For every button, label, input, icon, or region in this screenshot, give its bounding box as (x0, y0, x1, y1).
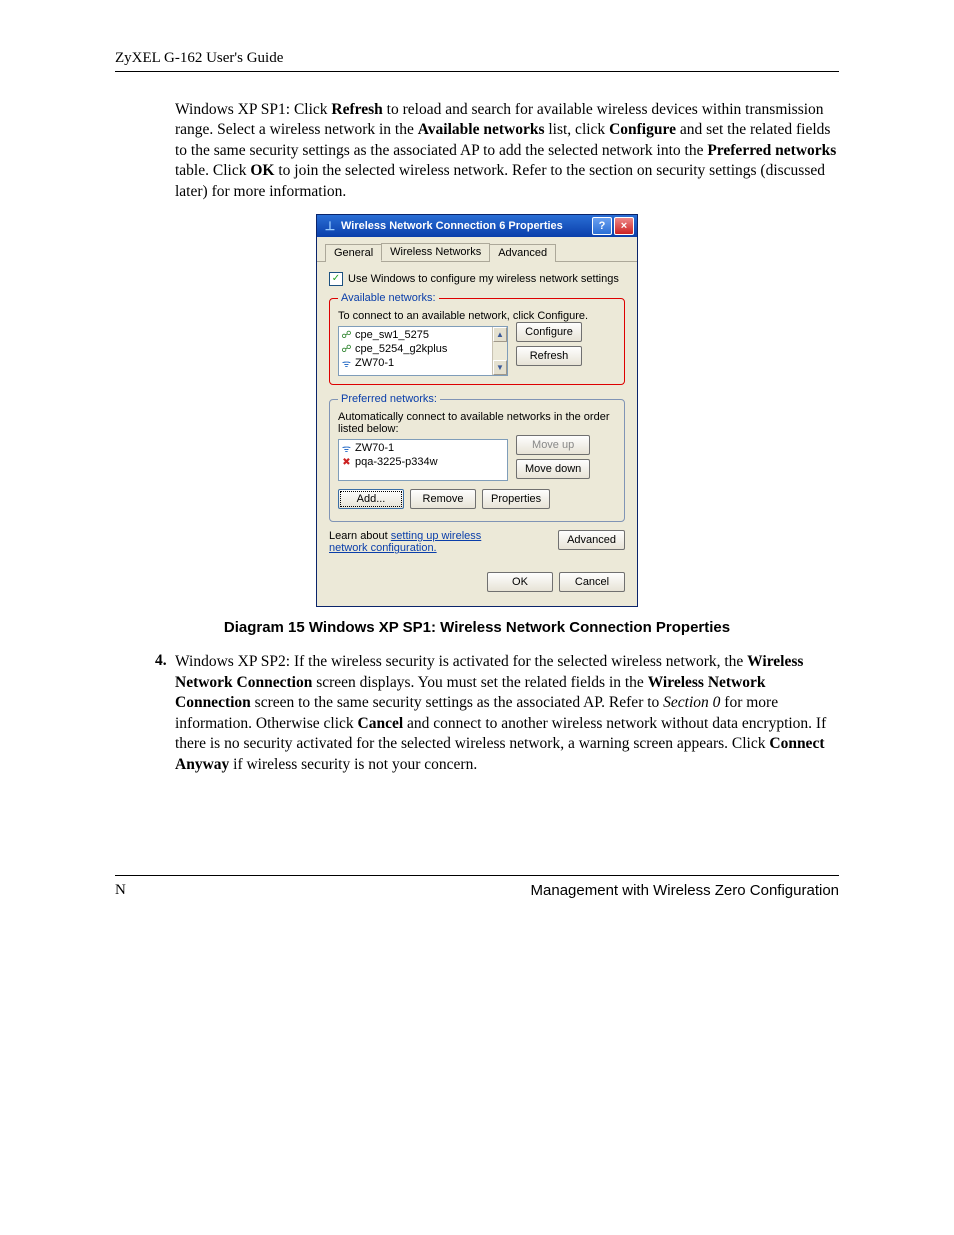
bold: OK (250, 162, 274, 179)
advanced-button[interactable]: Advanced (558, 530, 625, 550)
scrollbar[interactable]: ▲ ▼ (492, 327, 507, 375)
learn-text: Learn about setting up wireless network … (329, 530, 509, 554)
scroll-down-icon[interactable]: ▼ (493, 360, 507, 375)
page-footer: N Management with Wireless Zero Configur… (115, 875, 839, 899)
disabled-wifi-icon: ✖ (341, 457, 352, 468)
text: table. Click (175, 162, 250, 179)
tab-advanced[interactable]: Advanced (489, 244, 556, 262)
figure-caption: Diagram 15 Windows XP SP1: Wireless Netw… (115, 619, 839, 636)
add-button[interactable]: Add... (338, 489, 404, 509)
bold: Refresh (331, 101, 382, 118)
help-button[interactable]: ? (592, 217, 612, 235)
list-item[interactable]: ᯤZW70-1 (341, 356, 505, 370)
preferred-legend: Preferred networks: (338, 393, 440, 405)
xp-properties-dialog: ⊥ Wireless Network Connection 6 Properti… (316, 214, 638, 607)
list-item[interactable]: ✖pqa-3225-p334w (341, 455, 505, 469)
preferred-hint: Automatically connect to available netwo… (338, 411, 616, 435)
tabstrip: General Wireless Networks Advanced (317, 237, 637, 262)
bold: Preferred networks (707, 142, 836, 159)
available-legend: Available networks: (338, 292, 439, 304)
move-down-button[interactable]: Move down (516, 459, 590, 479)
available-networks-group: Available networks: To connect to an ava… (329, 292, 625, 385)
wifi-icon: ᯤ (341, 358, 352, 369)
preferred-networks-group: Preferred networks: Automatically connec… (329, 393, 625, 522)
footer-left: N (115, 882, 126, 899)
list-item[interactable]: ☍cpe_5254_g2kplus (341, 342, 505, 356)
tab-general[interactable]: General (325, 244, 382, 262)
numbered-item-4: 4. Windows XP SP2: If the wireless secur… (155, 652, 839, 775)
list-item[interactable]: ᯤZW70-1 (341, 441, 505, 455)
text: if wireless security is not your concern… (229, 756, 477, 773)
text: Windows XP SP2: If the wireless security… (175, 653, 747, 670)
wifi-icon: ᯤ (341, 443, 352, 454)
checkbox-checked-icon[interactable]: ✓ (329, 272, 343, 286)
footer-right: Management with Wireless Zero Configurat… (531, 882, 839, 899)
text: Windows XP SP1: Click (175, 101, 331, 118)
item-number: 4. (155, 652, 175, 775)
close-button[interactable]: × (614, 217, 634, 235)
remove-button[interactable]: Remove (410, 489, 476, 509)
list-item-label: cpe_5254_g2kplus (355, 343, 447, 355)
ap-icon: ☍ (341, 330, 352, 341)
scroll-up-icon[interactable]: ▲ (493, 327, 507, 342)
window-title: Wireless Network Connection 6 Properties (341, 220, 563, 232)
text: list, click (544, 121, 609, 138)
bold: Cancel (358, 715, 404, 732)
paragraph-sp1: Windows XP SP1: Click Refresh to reload … (175, 100, 839, 202)
wireless-icon: ⊥ (323, 219, 337, 233)
cancel-button[interactable]: Cancel (559, 572, 625, 592)
tab-wireless-networks[interactable]: Wireless Networks (381, 243, 490, 261)
bold: Available networks (418, 121, 545, 138)
available-listbox[interactable]: ☍cpe_sw1_5275 ☍cpe_5254_g2kplus ᯤZW70-1 … (338, 326, 508, 376)
configure-button[interactable]: Configure (516, 322, 582, 342)
properties-button[interactable]: Properties (482, 489, 550, 509)
titlebar[interactable]: ⊥ Wireless Network Connection 6 Properti… (317, 215, 637, 237)
use-windows-label: Use Windows to configure my wireless net… (348, 273, 619, 285)
text: screen displays. You must set the relate… (312, 674, 647, 691)
ap-icon: ☍ (341, 344, 352, 355)
list-item-label: ZW70-1 (355, 357, 394, 369)
running-header: ZyXEL G-162 User's Guide (115, 50, 839, 72)
italic: Section 0 (663, 694, 720, 711)
preferred-listbox[interactable]: ᯤZW70-1 ✖pqa-3225-p334w (338, 439, 508, 481)
bold: Configure (609, 121, 676, 138)
list-item-label: pqa-3225-p334w (355, 456, 438, 468)
move-up-button[interactable]: Move up (516, 435, 590, 455)
use-windows-row[interactable]: ✓ Use Windows to configure my wireless n… (329, 272, 625, 286)
list-item[interactable]: ☍cpe_sw1_5275 (341, 328, 505, 342)
available-hint: To connect to an available network, clic… (338, 310, 616, 322)
refresh-button[interactable]: Refresh (516, 346, 582, 366)
list-item-label: cpe_sw1_5275 (355, 329, 429, 341)
list-item-label: ZW70-1 (355, 442, 394, 454)
ok-button[interactable]: OK (487, 572, 553, 592)
text: screen to the same security settings as … (251, 694, 663, 711)
